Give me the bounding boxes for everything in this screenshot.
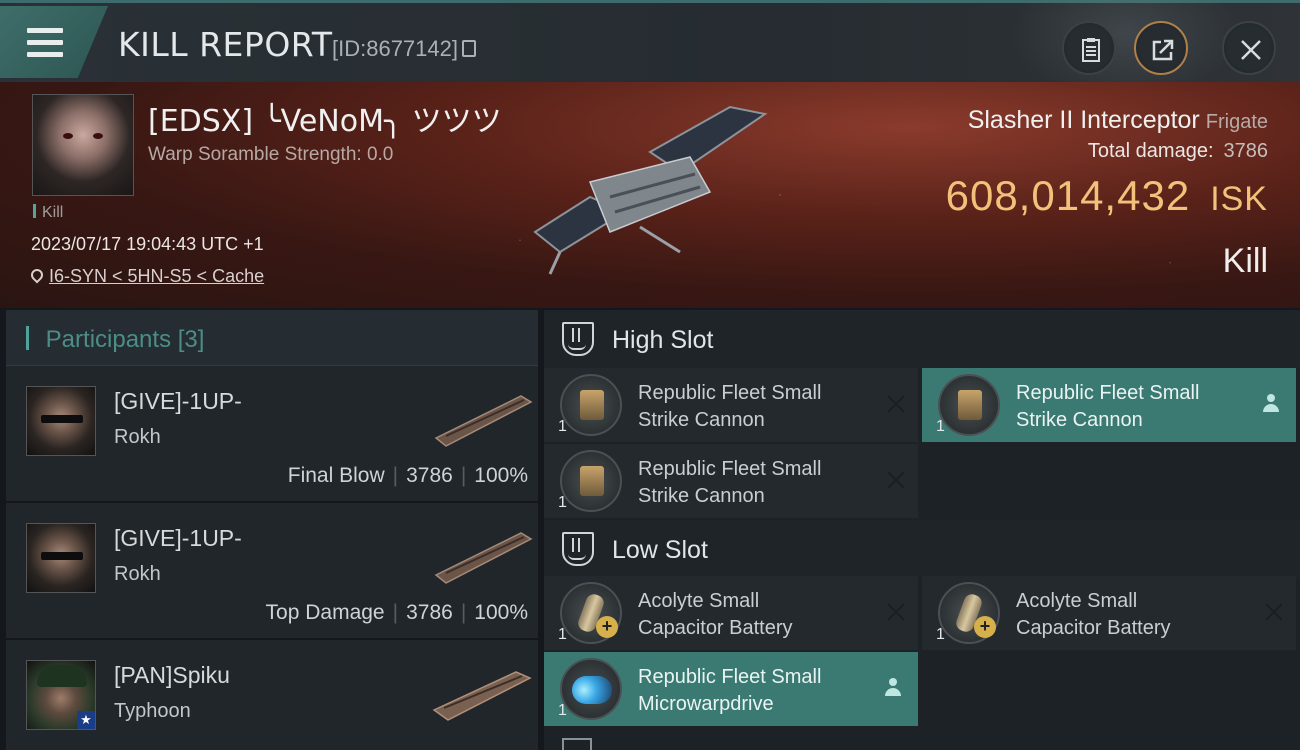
warp-scramble-strength: Warp Soramble Strength: 0.0: [148, 144, 394, 165]
module-item[interactable]: + 1 Acolyte Small Capacitor Battery: [922, 576, 1296, 650]
participants-header: Participants [3]: [6, 310, 538, 366]
location-text[interactable]: I6-SYN < 5HN-S5 < Cache: [49, 266, 264, 286]
clipboard-button[interactable]: [1062, 21, 1116, 75]
low-slot-title: Low Slot: [612, 536, 708, 564]
destroyed-x-icon: [886, 470, 906, 490]
participant-name: [GIVE]-1UP-: [114, 388, 242, 414]
menu-button[interactable]: [0, 6, 108, 78]
isk-value: 608,014,432 ISK: [946, 172, 1268, 220]
participant-row[interactable]: ★ [PAN]Spiku Typhoon: [6, 640, 538, 750]
copy-icon[interactable]: [461, 40, 476, 57]
module-qty: 1: [936, 418, 945, 435]
report-id-text: [ID:8677142]: [332, 36, 458, 61]
module-name: Acolyte Small Capacitor Battery: [1016, 590, 1171, 639]
participant-avatar[interactable]: [26, 523, 96, 593]
participant-ship-image: [434, 395, 533, 447]
victim-ship-image: [533, 105, 768, 275]
participant-ship: Rokh: [114, 426, 161, 448]
module-item[interactable]: 1 Republic Fleet Small Strike Cannon: [544, 368, 918, 442]
module-name: Acolyte Small Capacitor Battery: [638, 590, 793, 639]
isk-unit: ISK: [1210, 180, 1268, 218]
strike-cannon-icon: [560, 374, 622, 436]
participant-stats: Top Damage | 3786 | 100%: [265, 601, 528, 624]
next-slot-header-partial: [562, 738, 592, 750]
module-item[interactable]: 1 Republic Fleet Small Strike Cannon: [544, 444, 918, 518]
participant-damage: 3786: [406, 464, 453, 487]
participant-ship-image: [434, 532, 533, 584]
total-damage-label: Total damage:: [1087, 140, 1214, 162]
module-item-dropped[interactable]: 1 Republic Fleet Small Strike Cannon: [922, 368, 1296, 442]
participant-avatar[interactable]: [26, 386, 96, 456]
capacitor-battery-icon: +: [560, 582, 622, 644]
module-qty: 1: [558, 418, 567, 435]
module-item[interactable]: + 1 Acolyte Small Capacitor Battery: [544, 576, 918, 650]
participants-count: [3]: [177, 326, 205, 353]
participants-panel: Participants [3] [GIVE]-1UP- Rokh Final …: [6, 310, 538, 750]
victim-ship[interactable]: Slasher II Interceptor Frigate: [968, 106, 1268, 135]
low-slot-icon: [562, 532, 594, 566]
module-qty: 1: [936, 626, 945, 643]
victim-ship-name: Slasher II Interceptor: [967, 106, 1200, 134]
participant-ship: Typhoon: [114, 700, 191, 722]
person-icon: [884, 678, 902, 698]
kill-datetime: 2023/07/17 19:04:43 UTC +1: [31, 234, 264, 254]
person-icon: [1262, 394, 1280, 414]
top-bar: KILL REPORT [ID:8677142]: [0, 0, 1300, 103]
module-name: Republic Fleet Small Microwarpdrive: [638, 666, 822, 715]
participant-row[interactable]: [GIVE]-1UP- Rokh Top Damage | 3786 | 100%: [6, 503, 538, 640]
participant-damage: 3786: [406, 601, 453, 624]
strike-cannon-icon: [938, 374, 1000, 436]
low-slot-header: Low Slot: [544, 520, 1300, 578]
participant-stats: Final Blow | 3786 | 100%: [287, 464, 528, 487]
report-id: [ID:8677142]: [332, 36, 476, 62]
high-slot-header: High Slot: [544, 310, 1300, 368]
module-qty: 1: [558, 702, 567, 719]
kill-tag: Kill: [33, 204, 63, 222]
share-icon: [1152, 39, 1174, 61]
total-damage-value: 3786: [1223, 140, 1269, 162]
fitting-panel: High Slot 1 Republic Fleet Small Strike C…: [544, 310, 1300, 750]
module-name: Republic Fleet Small Strike Cannon: [1016, 382, 1200, 431]
isk-amount: 608,014,432: [945, 172, 1191, 219]
participant-avatar[interactable]: ★: [26, 660, 96, 730]
share-button[interactable]: [1134, 21, 1188, 75]
module-qty: 1: [558, 626, 567, 643]
participant-percent: 100%: [474, 464, 528, 487]
participant-ship: Rokh: [114, 563, 161, 585]
participant-percent: 100%: [474, 601, 528, 624]
clipboard-icon: [1082, 38, 1100, 62]
strike-cannon-icon: [560, 450, 622, 512]
location-pin-icon: [28, 266, 46, 284]
participant-role: Top Damage: [265, 601, 385, 624]
close-icon: [1241, 40, 1261, 60]
capacitor-battery-icon: +: [938, 582, 1000, 644]
destroyed-x-icon: [1264, 602, 1284, 622]
participant-name: [GIVE]-1UP-: [114, 525, 242, 551]
microwarpdrive-icon: [560, 658, 622, 720]
high-slot-icon: [562, 322, 594, 356]
page-title: KILL REPORT: [118, 25, 333, 64]
destroyed-x-icon: [886, 602, 906, 622]
victim-ship-class: Frigate: [1205, 111, 1268, 133]
result-label: Kill: [1222, 242, 1268, 280]
participants-title: Participants: [45, 326, 172, 353]
high-slot-title: High Slot: [612, 326, 714, 354]
total-damage: Total damage: 3786: [1088, 140, 1268, 163]
participant-name: [PAN]Spiku: [114, 662, 230, 688]
module-name: Republic Fleet Small Strike Cannon: [638, 382, 822, 431]
destroyed-x-icon: [886, 394, 906, 414]
module-name: Republic Fleet Small Strike Cannon: [638, 458, 822, 507]
star-badge-icon: ★: [77, 711, 95, 729]
close-button[interactable]: [1222, 21, 1276, 75]
victim-name[interactable]: [EDSX] ╰VeNoM╮ ツツツ: [148, 96, 502, 140]
participant-role: Final Blow: [287, 464, 385, 487]
victim-portrait[interactable]: [32, 94, 134, 196]
participant-row[interactable]: [GIVE]-1UP- Rokh Final Blow | 3786 | 100%: [6, 366, 538, 503]
participant-ship-image: [432, 671, 532, 721]
kill-location[interactable]: I6-SYN < 5HN-S5 < Cache: [28, 266, 264, 287]
module-qty: 1: [558, 494, 567, 511]
victim-banner: [EDSX] ╰VeNoM╮ ツツツ Warp Soramble Strengt…: [0, 82, 1300, 308]
module-item-dropped[interactable]: 1 Republic Fleet Small Microwarpdrive: [544, 652, 918, 726]
